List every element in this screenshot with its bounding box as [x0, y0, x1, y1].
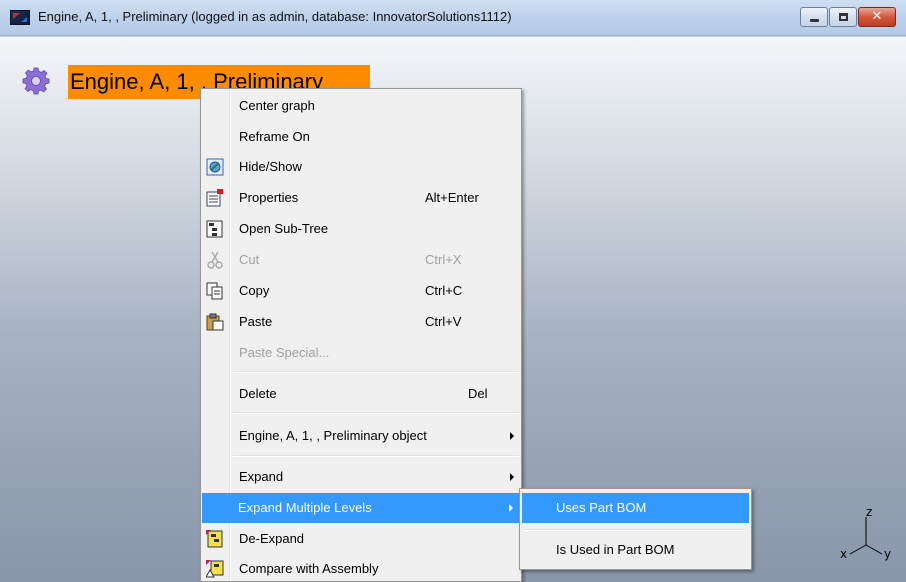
menu-item-paste[interactable]: Paste Ctrl+V — [203, 307, 519, 337]
submenu-separator — [524, 529, 746, 531]
app-window: Engine, A, 1, , Preliminary (logged in a… — [0, 0, 906, 582]
app-icon — [10, 10, 30, 25]
menu-item-label: Properties — [239, 190, 299, 205]
axis-y-label: y — [884, 547, 892, 561]
compare-icon — [206, 560, 224, 578]
hide-show-icon — [206, 158, 224, 176]
menu-item-object-submenu[interactable]: Engine, A, 1, , Preliminary object — [203, 421, 519, 451]
scissors-icon — [207, 251, 223, 269]
menu-item-expand[interactable]: Expand — [203, 462, 519, 492]
menu-item-shortcut: Ctrl+X — [425, 252, 462, 267]
menu-item-open-sub-tree[interactable]: Open Sub-Tree — [203, 214, 519, 244]
menu-item-compare-with-assembly[interactable]: Compare with Assembly — [203, 554, 519, 582]
menu-item-label: Reframe On — [239, 129, 310, 144]
menu-item-shortcut: Ctrl+C — [425, 283, 463, 298]
menu-item-center-graph[interactable]: Center graph — [203, 91, 519, 121]
maximize-icon — [839, 13, 848, 21]
submenu-item-uses-part-bom[interactable]: Uses Part BOM — [522, 493, 749, 523]
axis-triad: z x y — [836, 505, 896, 567]
menu-item-de-expand[interactable]: De-Expand — [203, 524, 519, 554]
window-title: Engine, A, 1, , Preliminary (logged in a… — [38, 9, 512, 24]
close-button[interactable]: ✕ — [858, 7, 896, 27]
gear-icon — [22, 67, 50, 95]
submenu-arrow-icon — [510, 432, 514, 440]
close-icon: ✕ — [871, 9, 883, 24]
menu-item-label: Copy — [239, 283, 270, 298]
menu-item-expand-multiple-levels[interactable]: Expand Multiple Levels — [202, 493, 520, 523]
menu-item-paste-special[interactable]: Paste Special... — [203, 338, 519, 368]
menu-item-label: Engine, A, 1, , Preliminary object — [239, 428, 427, 443]
axis-x-label: x — [840, 547, 848, 561]
menu-item-label: Expand — [239, 469, 284, 484]
menu-item-label: Hide/Show — [239, 159, 302, 174]
menu-item-label: Paste — [239, 314, 273, 329]
menu-item-properties[interactable]: Properties Alt+Enter — [203, 183, 519, 213]
menu-item-copy[interactable]: Copy Ctrl+C — [203, 276, 519, 306]
sub-tree-icon — [206, 220, 223, 238]
menu-separator — [233, 455, 519, 457]
menu-item-delete[interactable]: Delete Del — [203, 379, 519, 409]
title-bar[interactable]: Engine, A, 1, , Preliminary (logged in a… — [0, 0, 906, 36]
maximize-button[interactable] — [829, 7, 857, 27]
menu-item-reframe-on[interactable]: Reframe On — [203, 122, 519, 152]
menu-item-label: Open Sub-Tree — [239, 221, 329, 236]
menu-item-label: Center graph — [239, 98, 315, 113]
menu-item-shortcut: Del — [468, 386, 488, 401]
submenu-item-label: Is Used in Part BOM — [556, 542, 675, 557]
submenu-arrow-icon — [510, 473, 514, 481]
properties-icon — [206, 189, 223, 207]
menu-item-label: Expand Multiple Levels — [238, 500, 372, 515]
menu-separator — [233, 412, 519, 414]
minimize-button[interactable] — [800, 7, 828, 27]
menu-item-hide-show[interactable]: Hide/Show — [203, 152, 519, 182]
copy-icon — [206, 282, 223, 300]
expand-multiple-levels-submenu: Uses Part BOM Is Used in Part BOM — [519, 488, 752, 570]
minimize-icon — [810, 19, 819, 22]
submenu-arrow-icon — [509, 504, 513, 512]
menu-separator — [233, 371, 519, 373]
menu-item-label: Delete — [239, 386, 277, 401]
submenu-item-label: Uses Part BOM — [556, 500, 647, 515]
menu-item-shortcut: Ctrl+V — [425, 314, 462, 329]
menu-item-label: Compare with Assembly — [239, 561, 379, 576]
menu-item-label: Cut — [239, 252, 260, 267]
menu-item-label: De-Expand — [239, 531, 305, 546]
menu-item-label: Paste Special... — [239, 345, 330, 360]
submenu-item-is-used-in-part-bom[interactable]: Is Used in Part BOM — [522, 535, 749, 565]
context-menu: Center graph Reframe On Hide/Show Proper… — [200, 88, 522, 582]
menu-item-shortcut: Alt+Enter — [425, 190, 479, 205]
de-expand-icon — [206, 530, 223, 548]
axis-z-label: z — [866, 505, 873, 519]
paste-icon — [206, 313, 224, 331]
menu-item-cut[interactable]: Cut Ctrl+X — [203, 245, 519, 275]
